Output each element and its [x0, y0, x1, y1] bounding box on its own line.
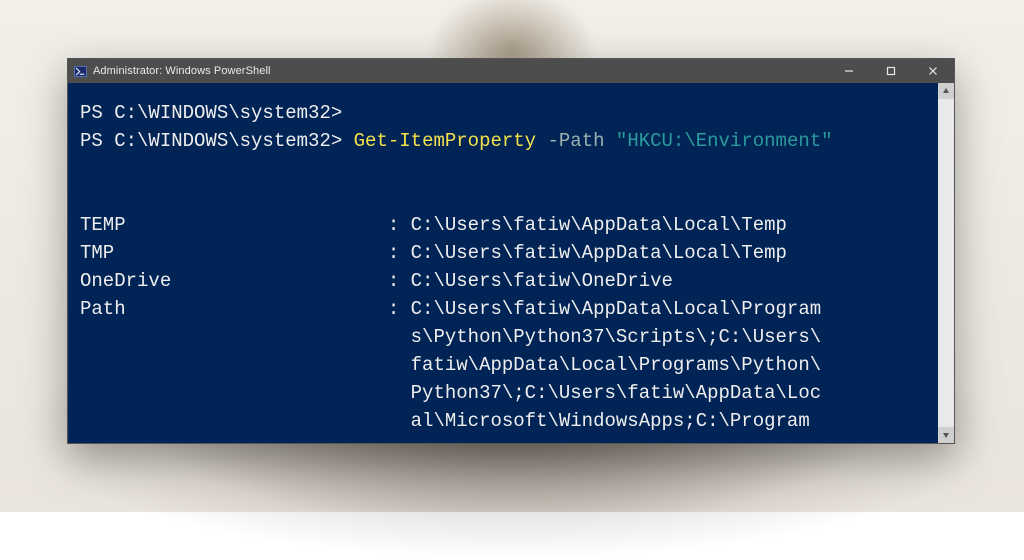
space-token [605, 130, 616, 152]
client-area: PS C:\WINDOWS\system32> PS C:\WINDOWS\sys… [68, 83, 954, 443]
maximize-button[interactable] [870, 59, 912, 83]
output-line: fatiw\AppData\Local\Programs\Python\ [80, 351, 934, 379]
cmdlet-token: Get-ItemProperty [354, 130, 536, 152]
space-token [536, 130, 547, 152]
window-title: Administrator: Windows PowerShell [93, 65, 271, 77]
output-line: s\Python\Python37\Scripts\;C:\Users\ [80, 323, 934, 351]
output-line: TMP : C:\Users\fatiw\AppData\Local\Temp [80, 239, 934, 267]
prompt-line-1: PS C:\WINDOWS\system32> [80, 102, 342, 124]
scroll-down-button[interactable] [938, 427, 954, 443]
close-button[interactable] [912, 59, 954, 83]
output-line: TEMP : C:\Users\fatiw\AppData\Local\Temp [80, 211, 934, 239]
arg-token: "HKCU:\Environment" [616, 130, 833, 152]
console-output[interactable]: PS C:\WINDOWS\system32> PS C:\WINDOWS\sys… [68, 83, 938, 443]
output-line: Python37\;C:\Users\fatiw\AppData\Loc [80, 379, 934, 407]
output-line: Path : C:\Users\fatiw\AppData\Local\Prog… [80, 295, 934, 323]
output-line: OneDrive : C:\Users\fatiw\OneDrive [80, 267, 934, 295]
param-token: -Path [548, 130, 605, 152]
prompt-prefix: PS C:\WINDOWS\system32> [80, 130, 354, 152]
titlebar[interactable]: Administrator: Windows PowerShell [68, 59, 954, 83]
powershell-window: Administrator: Windows PowerShell PS C:\… [67, 58, 955, 444]
output-line: al\Microsoft\WindowsApps;C:\Program [80, 407, 934, 435]
scroll-up-button[interactable] [938, 83, 954, 99]
powershell-icon [74, 65, 87, 78]
vertical-scrollbar[interactable] [938, 83, 954, 443]
minimize-button[interactable] [828, 59, 870, 83]
